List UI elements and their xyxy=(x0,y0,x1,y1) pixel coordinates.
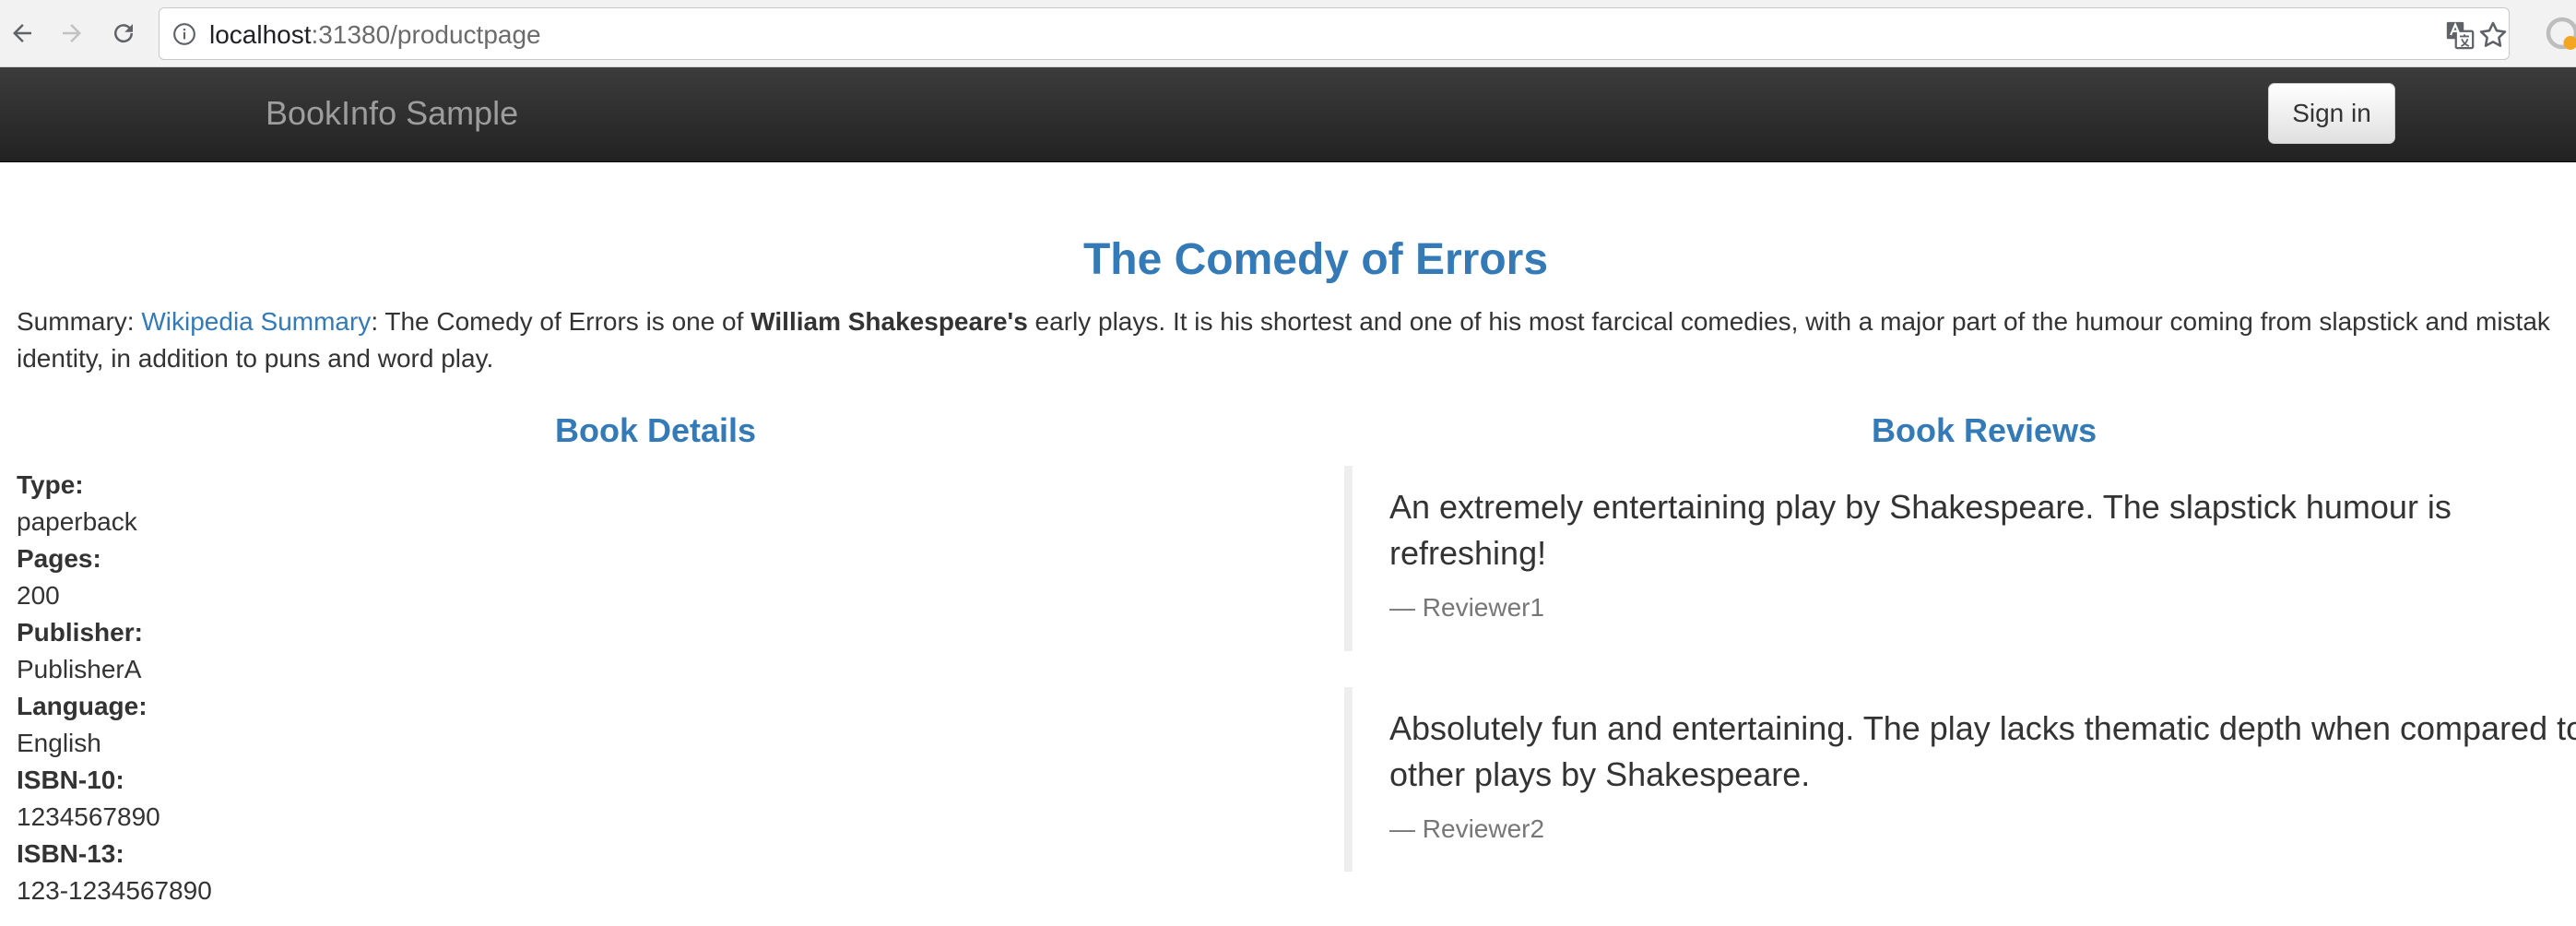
brand-link[interactable]: BookInfo Sample xyxy=(266,93,518,134)
product-summary-line2: identity, in addition to puns and word p… xyxy=(17,344,494,373)
detail-value-isbn13: 123-1234567890 xyxy=(17,876,212,905)
wikipedia-summary-link[interactable]: Wikipedia Summary xyxy=(141,307,371,336)
reviewer-name: — Reviewer2 xyxy=(1389,814,1545,843)
detail-label-type: Type: xyxy=(17,470,84,499)
detail-value-isbn10: 1234567890 xyxy=(17,802,160,831)
detail-label-pages: Pages: xyxy=(17,544,101,573)
book-reviews-heading: Book Reviews xyxy=(1872,411,2097,449)
arrow-right-icon xyxy=(63,24,81,42)
detail-label-language: Language: xyxy=(17,692,148,720)
info-circle-icon[interactable] xyxy=(172,22,196,46)
address-bar[interactable]: localhost:31380/productpage xyxy=(159,7,2510,60)
url-text[interactable]: localhost:31380/productpage xyxy=(209,19,541,51)
detail-label-publisher: Publisher: xyxy=(17,618,143,647)
forward-button[interactable] xyxy=(52,13,92,53)
detail-label-isbn13: ISBN-13: xyxy=(17,839,124,868)
review-text-line: An extremely entertaining play by Shakes… xyxy=(1389,488,2452,526)
detail-value-publisher: PublisherA xyxy=(17,655,142,683)
detail-value-pages: 200 xyxy=(17,581,60,610)
app-navbar: BookInfo Sample Sign in xyxy=(0,67,2576,162)
reviewer-name: — Reviewer1 xyxy=(1389,593,1545,622)
translate-icon[interactable] xyxy=(2444,19,2476,51)
review-text-line: refreshing! xyxy=(1389,534,1547,572)
extension-icon[interactable] xyxy=(2543,17,2576,50)
summary-text-continued: early plays. It is his shortest and one … xyxy=(1027,307,2550,336)
book-details-heading: Book Details xyxy=(555,411,757,449)
browser-toolbar: localhost:31380/productpage xyxy=(0,0,2576,67)
arrow-left-icon xyxy=(13,24,31,42)
star-icon[interactable] xyxy=(2477,19,2509,51)
detail-label-isbn10: ISBN-10: xyxy=(17,766,124,794)
summary-text: : The Comedy of Errors is one of xyxy=(371,307,751,336)
review-2: Absolutely fun and entertaining. The pla… xyxy=(1344,687,2576,872)
back-button[interactable] xyxy=(2,13,42,53)
detail-value-language: English xyxy=(17,729,101,757)
summary-author: William Shakespeare's xyxy=(750,307,1028,336)
url-path: :31380/productpage xyxy=(311,20,541,49)
review-1: An extremely entertaining play by Shakes… xyxy=(1344,466,2576,651)
product-summary: Summary: Wikipedia Summary: The Comedy o… xyxy=(17,303,2576,340)
review-text-line: other plays by Shakespeare. xyxy=(1389,755,1811,793)
page-title: The Comedy of Errors xyxy=(1082,235,1549,284)
review-text-line: Absolutely fun and entertaining. The pla… xyxy=(1389,709,2576,747)
detail-value-type: paperback xyxy=(17,507,137,536)
url-host: localhost xyxy=(209,20,312,49)
reload-icon xyxy=(114,24,134,43)
reload-button[interactable] xyxy=(103,13,144,53)
book-details-list: Type: paperback Pages: 200 Publisher: Pu… xyxy=(17,467,212,909)
summary-prefix: Summary: xyxy=(17,307,142,336)
sign-in-button[interactable]: Sign in xyxy=(2268,83,2395,144)
